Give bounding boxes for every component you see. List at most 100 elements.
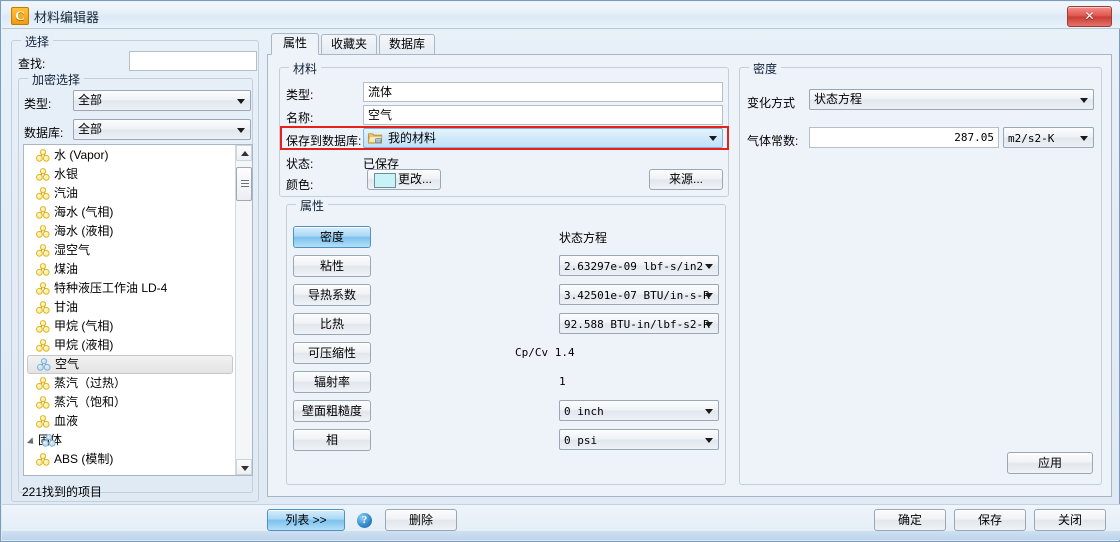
source-label: 来源... [668,172,703,186]
property-value-select[interactable]: 0 inch [559,400,719,421]
property-button[interactable]: 比热 [293,313,371,335]
delete-button[interactable]: 删除 [385,509,457,531]
gas-constant-unit-select[interactable]: m2/s2-K [1003,127,1094,148]
chevron-down-icon [705,408,713,414]
property-value: 0 psi [564,434,598,447]
save-label: 保存 [977,513,1002,527]
tree-item-label: 海水 (液相) [54,224,114,238]
tree-item[interactable]: 海水 (气相) [24,203,236,222]
molecule-icon [36,168,50,181]
results-count-status: 221找到的项目 [22,485,103,499]
material-type-label: 类型: [286,88,314,102]
property-button[interactable]: 粘性 [293,255,371,277]
apply-label: 应用 [1037,456,1062,470]
tree-item[interactable]: 汽油 [24,184,236,203]
property-button-label: 导热系数 [307,288,356,302]
list-button[interactable]: 列表 >> [267,509,345,531]
tree-item[interactable]: 水银 [24,165,236,184]
tree-item-label: 甲烷 (液相) [54,338,114,352]
tab-favorites[interactable]: 收藏夹 [321,34,377,55]
material-group-title: 材料 [289,60,322,77]
molecule-icon [36,377,50,390]
property-button-label: 密度 [319,230,344,244]
property-button[interactable]: 密度 [293,226,371,248]
property-value-select[interactable]: 3.42501e-07 BTU/in-s-R [559,284,719,305]
tree-item[interactable]: 空气 [27,355,233,374]
tree-item[interactable]: ABS (模制) [24,450,236,469]
property-button[interactable]: 相 [293,429,371,451]
help-icon[interactable]: ? [357,513,372,528]
ok-button[interactable]: 确定 [874,509,946,531]
tree-item-label: 蒸汽（过热） [54,376,127,390]
source-button[interactable]: 来源... [649,169,723,190]
find-label: 查找: [18,57,46,71]
tree-item[interactable]: 水 (Vapor) [24,146,236,165]
gas-constant-input[interactable]: 287.05 [809,127,999,148]
variation-select[interactable]: 状态方程 [809,89,1094,110]
material-name-label: 名称: [286,111,314,125]
molecule-icon [36,244,50,257]
caret-up-icon [241,151,249,156]
expander-icon[interactable] [26,437,37,447]
find-input[interactable] [129,51,257,71]
scroll-down-button[interactable] [236,459,252,475]
save-to-database-select[interactable]: 我的材料 [363,128,723,148]
material-name-value[interactable]: 空气 [363,105,723,125]
tree-item[interactable]: 固体 [24,431,236,450]
tree-item-label: 甲烷 (气相) [54,319,114,333]
tree-item[interactable]: 煤油 [24,260,236,279]
property-value-select[interactable]: 92.588 BTU-in/lbf-s2-R [559,313,719,334]
close-icon[interactable]: ✕ [1067,6,1112,27]
molecule-icon [36,263,50,276]
property-value-text: 1 [559,375,566,388]
tab-database-label: 数据库 [388,37,425,51]
delete-label: 删除 [408,513,433,527]
close-button[interactable]: 关闭 [1034,509,1106,531]
material-color-label: 颜色: [286,178,314,192]
property-button[interactable]: 辐射率 [293,371,371,393]
tab-properties[interactable]: 属性 [271,33,319,55]
property-value: 2.63297e-09 lbf-s/in2 [564,260,704,273]
chevron-down-icon [705,321,713,327]
save-button[interactable]: 保存 [954,509,1026,531]
chevron-down-icon [705,263,713,269]
property-value-select[interactable]: 0 psi [559,429,719,450]
tree-item-label: ABS (模制) [54,452,114,466]
tab-properties-label: 属性 [282,36,307,50]
property-button[interactable]: 壁面粗糙度 [293,400,371,422]
property-value-select[interactable]: 2.63297e-09 lbf-s/in2 [559,255,719,276]
database-filter-value: 全部 [78,122,103,136]
tab-database[interactable]: 数据库 [379,34,435,55]
color-change-button[interactable]: 更改... [367,169,441,190]
material-editor-window: C 材料编辑器 ✕ 选择 查找: 加密选择 类型: 全部 数据库: 全部 水 (… [0,0,1120,542]
refine-group-title: 加密选择 [28,71,85,88]
tree-item-label: 海水 (气相) [54,205,114,219]
property-button[interactable]: 可压缩性 [293,342,371,364]
tab-favorites-label: 收藏夹 [330,37,367,51]
database-filter-select[interactable]: 全部 [73,119,251,140]
apply-button[interactable]: 应用 [1007,452,1093,474]
molecule-icon [36,396,50,409]
tree-item-label: 特种液压工作油 LD-4 [54,281,168,295]
footer-bar [2,504,1120,534]
window-title: 材料编辑器 [34,11,100,26]
property-button-label: 粘性 [319,259,344,273]
tree-item[interactable]: 血液 [24,412,236,431]
property-value: 0 inch [564,405,604,418]
scroll-up-button[interactable] [236,145,252,161]
tree-item[interactable]: 特种液压工作油 LD-4 [24,279,236,298]
scrollbar-thumb[interactable] [236,167,252,201]
selection-group-title: 选择 [21,33,54,50]
tree-item[interactable]: 甘油 [24,298,236,317]
property-button[interactable]: 导热系数 [293,284,371,306]
tree-item[interactable]: 甲烷 (液相) [24,336,236,355]
tree-item[interactable]: 蒸汽（过热） [24,374,236,393]
tree-item[interactable]: 湿空气 [24,241,236,260]
molecule-icon [36,453,50,466]
tree-item[interactable]: 蒸汽（饱和） [24,393,236,412]
tree-item[interactable]: 海水 (液相) [24,222,236,241]
tree-item[interactable]: 甲烷 (气相) [24,317,236,336]
tree-scrollbar[interactable] [235,145,252,475]
material-tree[interactable]: 水 (Vapor) 水银 汽油海水 (气相) 海水 (液相) 湿空气 煤油特种液压工作油 … [23,144,253,476]
type-filter-select[interactable]: 全部 [73,90,251,111]
